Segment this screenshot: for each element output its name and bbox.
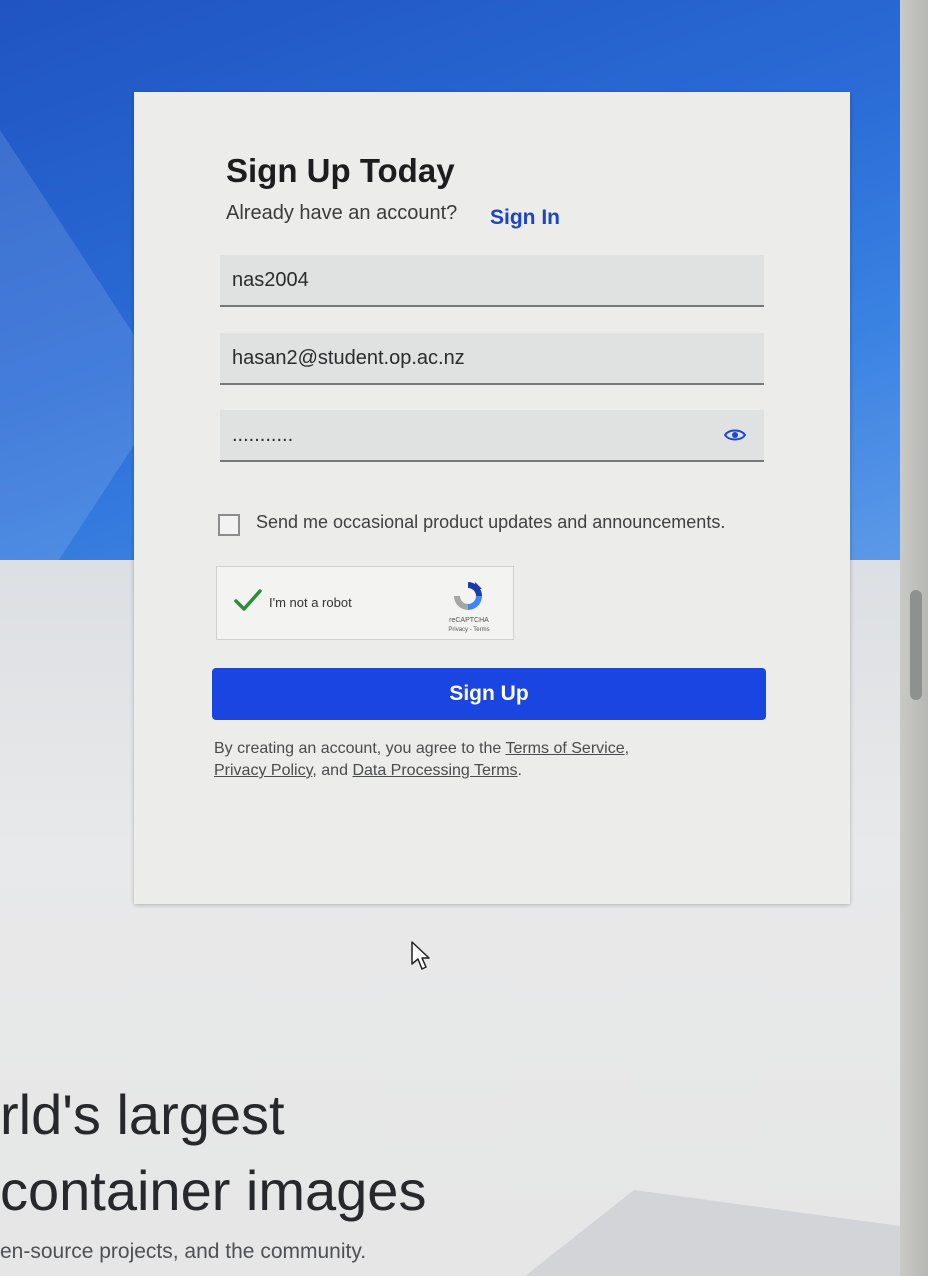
recaptcha-terms[interactable]: Privacy - Terms [439, 627, 499, 633]
signup-card: Sign Up Today Already have an account? S… [134, 92, 850, 904]
data-processing-terms-link[interactable]: Data Processing Terms [352, 762, 517, 779]
updates-checkbox[interactable] [218, 514, 240, 536]
recaptcha-label: I'm not a robot [269, 595, 352, 610]
recaptcha-logo-icon [454, 582, 482, 610]
privacy-policy-link[interactable]: Privacy Policy [214, 762, 312, 779]
email-field[interactable] [220, 333, 764, 385]
password-input[interactable] [220, 410, 724, 460]
username-field[interactable] [220, 255, 764, 307]
signin-prompt: Already have an account? [226, 202, 458, 224]
mouse-cursor-icon [411, 941, 430, 970]
scrollbar-track[interactable] [900, 0, 928, 1276]
username-input[interactable] [220, 255, 724, 305]
legal-text: By creating an account, you agree to the… [214, 738, 774, 782]
signin-link[interactable]: Sign In [490, 206, 560, 230]
recaptcha-widget[interactable]: I'm not a robot reCAPTCHA Privacy - Term… [216, 566, 514, 640]
eye-icon[interactable] [724, 427, 746, 443]
hero-heading-line2: container images [0, 1159, 427, 1222]
recaptcha-brand: reCAPTCHA [449, 617, 489, 624]
hero-heading-line1: rld's largest [0, 1083, 285, 1146]
terms-of-service-link[interactable]: Terms of Service [505, 740, 624, 757]
scrollbar-thumb[interactable] [910, 590, 922, 700]
legal-period: . [517, 762, 522, 779]
legal-comma: , [624, 740, 630, 757]
updates-checkbox-row[interactable]: Send me occasional product updates and a… [218, 512, 778, 542]
checkmark-icon[interactable] [233, 585, 263, 615]
legal-prefix: By creating an account, you agree to the [214, 740, 502, 757]
legal-and: , and [312, 762, 348, 779]
password-field[interactable] [220, 410, 764, 462]
hero-subheading: en-source projects, and the community. [0, 1240, 367, 1263]
signup-button[interactable]: Sign Up [212, 668, 766, 720]
signup-title: Sign Up Today [226, 152, 455, 189]
email-input[interactable] [220, 333, 724, 383]
updates-checkbox-label: Send me occasional product updates and a… [256, 512, 726, 532]
